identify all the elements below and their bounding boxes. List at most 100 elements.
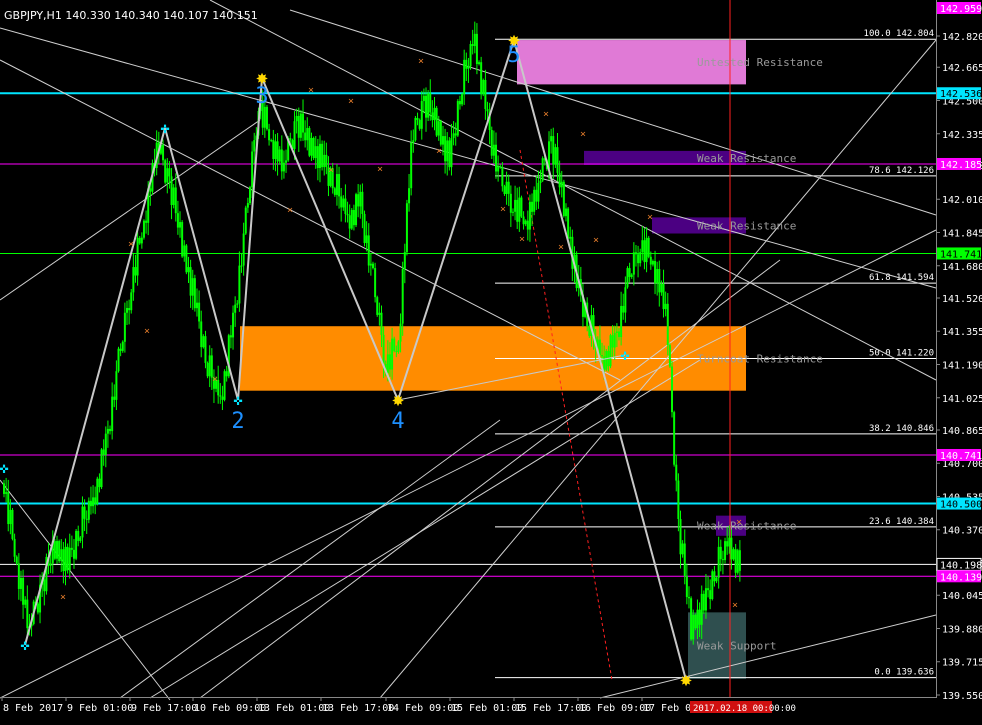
fractal-icon: × [519, 234, 525, 245]
candle-body [418, 119, 421, 129]
candle-body [560, 181, 563, 188]
candle-body [100, 449, 103, 488]
candle-body [304, 132, 307, 141]
candle-body [5, 492, 8, 494]
candle-body [299, 113, 302, 138]
candle-body [191, 278, 194, 296]
zone-label: Weak Support [697, 640, 776, 653]
candle-body [68, 547, 71, 571]
time-label: 9 Feb 01:00 [67, 703, 133, 714]
candle-body [388, 354, 391, 370]
price-label: 140.741 [940, 451, 982, 462]
price-tick-label: 142.665 [942, 63, 982, 74]
candle-body [469, 44, 472, 67]
candle-body [463, 59, 466, 95]
candle-body [179, 222, 182, 228]
candle-body [302, 113, 305, 133]
candle-body [263, 106, 266, 128]
candle-body [333, 188, 336, 195]
fractal-icon: × [348, 96, 354, 107]
candle-body [280, 149, 283, 172]
candle-body [251, 151, 254, 188]
fractal-icon: × [732, 600, 738, 611]
candle-body [422, 95, 425, 102]
candle-body [181, 222, 184, 257]
candle-body [611, 335, 614, 348]
cursor-time-label: 2017.02.18 00:00:00 [693, 704, 796, 714]
candle-body [713, 571, 716, 582]
candle-body [350, 209, 353, 229]
candle-body [81, 506, 84, 538]
candle-body [533, 189, 536, 212]
candle-body [53, 541, 56, 559]
candle-body [730, 537, 733, 560]
candle-body [601, 355, 604, 357]
candle-body [132, 267, 135, 293]
candle-body [276, 141, 279, 162]
candle-body [138, 237, 141, 244]
candle-body [225, 371, 228, 377]
candle-body [189, 267, 192, 296]
candle-body [193, 278, 196, 309]
candle-body [520, 197, 523, 217]
candle-body [198, 302, 201, 322]
candle-body [700, 593, 703, 625]
fractal-icon: × [558, 242, 564, 253]
candle-body [36, 603, 39, 613]
candle-body [666, 303, 669, 346]
zone-label: Turncoat Resistance [697, 352, 823, 365]
candle-body [321, 143, 324, 168]
price-label: 142.536 [940, 89, 982, 100]
candle-body [374, 268, 377, 298]
candle-body [58, 541, 61, 562]
candle-body [414, 117, 417, 141]
time-label: 14 Feb 09:00 [387, 703, 459, 714]
price-tick-label: 141.025 [942, 394, 982, 405]
candle-body [348, 215, 351, 229]
candle-body [185, 245, 188, 273]
candle-body [624, 287, 627, 313]
candle-body [717, 546, 720, 578]
candle-body [630, 274, 633, 277]
candle-body [187, 267, 190, 273]
candle-body [202, 336, 205, 348]
candle-body [359, 191, 362, 207]
candle-body [656, 268, 659, 284]
fib-label: 38.2 140.846 [869, 424, 934, 434]
candle-body [66, 546, 69, 571]
candle-body [408, 188, 411, 204]
candle-body [9, 509, 12, 525]
fractal-icon: × [308, 85, 314, 96]
price-chart[interactable]: 100.0 142.80478.6 142.12661.8 141.59450.… [0, 0, 982, 720]
candle-body [605, 351, 608, 370]
candle-body [664, 303, 667, 310]
price-label: 141.741 [940, 249, 982, 260]
candle-body [439, 121, 442, 145]
cross-icon: ✜ [233, 391, 242, 409]
chart-window[interactable]: GBPJPY,H1 140.330 140.340 140.107 140.15… [0, 0, 982, 720]
candle-body [94, 497, 97, 504]
candle-body [70, 547, 73, 550]
candle-body [528, 201, 531, 230]
candle-body [111, 396, 114, 432]
candle-body [732, 549, 735, 560]
price-tick-label: 140.045 [942, 591, 982, 602]
candle-body [77, 530, 80, 541]
candle-body [681, 543, 684, 555]
fib-label: 100.0 142.804 [864, 29, 934, 39]
candle-body [704, 588, 707, 611]
candle-body [56, 541, 59, 559]
price-tick-label: 141.680 [942, 262, 982, 273]
candle-body [613, 332, 616, 348]
price-label: 142.959 [940, 4, 982, 15]
candle-body [121, 341, 124, 351]
candle-body [126, 308, 128, 313]
candle-body [344, 198, 347, 214]
candle-body [658, 268, 661, 293]
candle-body [524, 220, 527, 225]
candle-body [308, 128, 311, 156]
symbol-info: GBPJPY,H1 140.330 140.340 140.107 140.15… [4, 9, 258, 22]
candle-body [632, 252, 635, 275]
candle-body [272, 140, 275, 160]
fractal-icon: × [580, 129, 586, 140]
